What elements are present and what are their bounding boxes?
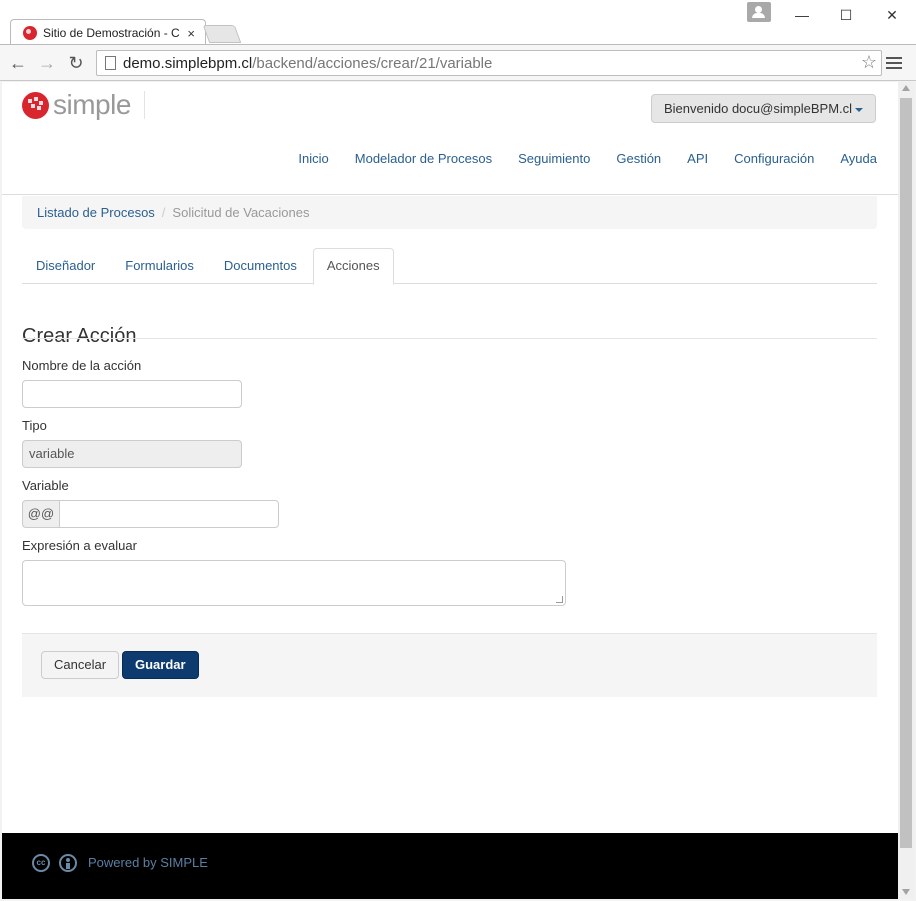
nav-inicio[interactable]: Inicio bbox=[298, 151, 328, 166]
profile-icon[interactable] bbox=[747, 2, 771, 22]
expression-label: Expresión a evaluar bbox=[22, 538, 137, 553]
breadcrumb-current: Solicitud de Vacaciones bbox=[172, 205, 310, 220]
reload-icon[interactable]: ↻ bbox=[65, 53, 87, 73]
variable-input-group: @@ bbox=[22, 500, 279, 528]
forward-arrow-icon[interactable]: → bbox=[36, 53, 58, 73]
breadcrumb-separator: / bbox=[161, 205, 166, 220]
tab-close-icon[interactable]: × bbox=[187, 26, 195, 41]
type-label: Tipo bbox=[22, 418, 47, 433]
close-window-button[interactable]: ✕ bbox=[878, 6, 906, 24]
scroll-up-icon[interactable] bbox=[902, 85, 910, 91]
brand-name: simple bbox=[53, 89, 131, 120]
nav-ayuda[interactable]: Ayuda bbox=[840, 151, 877, 166]
breadcrumb-link-processes[interactable]: Listado de Procesos bbox=[37, 205, 155, 220]
address-bar[interactable]: demo.simplebpm.cl/backend/acciones/crear… bbox=[96, 50, 882, 76]
powered-by-text[interactable]: Powered by SIMPLE bbox=[88, 855, 208, 870]
creative-commons-icon: cc bbox=[32, 854, 50, 872]
variable-label: Variable bbox=[22, 478, 69, 493]
page-title: Crear Acción bbox=[22, 324, 137, 347]
cancel-button[interactable]: Cancelar bbox=[41, 651, 120, 679]
variable-prefix: @@ bbox=[22, 500, 59, 528]
user-menu-button[interactable]: Bienvenido docu@simpleBPM.cl bbox=[651, 94, 877, 123]
footer: cc Powered by SIMPLE bbox=[2, 833, 898, 899]
site-favicon-icon bbox=[23, 26, 37, 40]
nav-modelador[interactable]: Modelador de Procesos bbox=[355, 151, 492, 166]
tab-disenador[interactable]: Diseñador bbox=[22, 248, 109, 284]
page-icon bbox=[105, 56, 116, 70]
tab-acciones[interactable]: Acciones bbox=[312, 248, 394, 285]
star-icon[interactable]: ☆ bbox=[861, 52, 877, 73]
back-arrow-icon[interactable]: ← bbox=[7, 53, 29, 73]
breadcrumb: Listado de Procesos / Solicitud de Vacacio… bbox=[22, 196, 877, 229]
welcome-text: Bienvenido docu@simpleBPM.cl bbox=[664, 101, 853, 116]
save-button[interactable]: Guardar bbox=[122, 651, 199, 679]
browser-toolbar: ← → ↻ demo.simplebpm.cl/backend/acciones… bbox=[0, 44, 916, 81]
nav-api[interactable]: API bbox=[687, 151, 708, 166]
hamburger-menu-icon[interactable] bbox=[886, 54, 902, 72]
new-tab-button[interactable] bbox=[202, 25, 242, 43]
brand-divider bbox=[144, 91, 145, 119]
nav-seguimiento[interactable]: Seguimiento bbox=[518, 151, 590, 166]
form-actions: Cancelar Guardar bbox=[22, 633, 877, 697]
url-text: demo.simplebpm.cl/backend/acciones/crear… bbox=[123, 55, 493, 72]
page-scrollbar[interactable] bbox=[898, 82, 914, 899]
main-navigation: Inicio Modelador de Procesos Seguimiento… bbox=[272, 151, 877, 166]
type-field: variable bbox=[22, 440, 242, 468]
tab-documentos[interactable]: Documentos bbox=[210, 248, 311, 284]
header-divider bbox=[2, 194, 898, 195]
tab-formularios[interactable]: Formularios bbox=[111, 248, 208, 284]
scrollbar-thumb[interactable] bbox=[900, 98, 912, 848]
expression-textarea[interactable] bbox=[22, 560, 566, 606]
brand[interactable]: simple bbox=[22, 89, 131, 121]
caret-down-icon bbox=[855, 107, 864, 112]
title-divider bbox=[22, 338, 877, 339]
page-viewport: simple Bienvenido docu@simpleBPM.cl Inic… bbox=[2, 82, 898, 899]
simple-logo-icon bbox=[22, 91, 49, 119]
action-name-label: Nombre de la acción bbox=[22, 358, 142, 373]
variable-input[interactable] bbox=[59, 500, 279, 528]
action-name-input[interactable] bbox=[22, 380, 242, 408]
browser-titlebar: Sitio de Demostración - C × — ☐ ✕ bbox=[0, 0, 916, 45]
process-tabs: Diseñador Formularios Documentos Accione… bbox=[22, 248, 877, 285]
nav-gestion[interactable]: Gestión bbox=[616, 151, 661, 166]
maximize-button[interactable]: ☐ bbox=[832, 6, 860, 24]
tab-title: Sitio de Demostración - C bbox=[43, 26, 180, 40]
nav-configuracion[interactable]: Configuración bbox=[734, 151, 814, 166]
minimize-button[interactable]: — bbox=[788, 6, 816, 24]
scroll-down-icon[interactable] bbox=[902, 889, 910, 895]
resize-grip-icon[interactable] bbox=[556, 596, 563, 603]
browser-tab[interactable]: Sitio de Demostración - C × bbox=[10, 19, 206, 45]
attribution-icon bbox=[59, 854, 77, 872]
